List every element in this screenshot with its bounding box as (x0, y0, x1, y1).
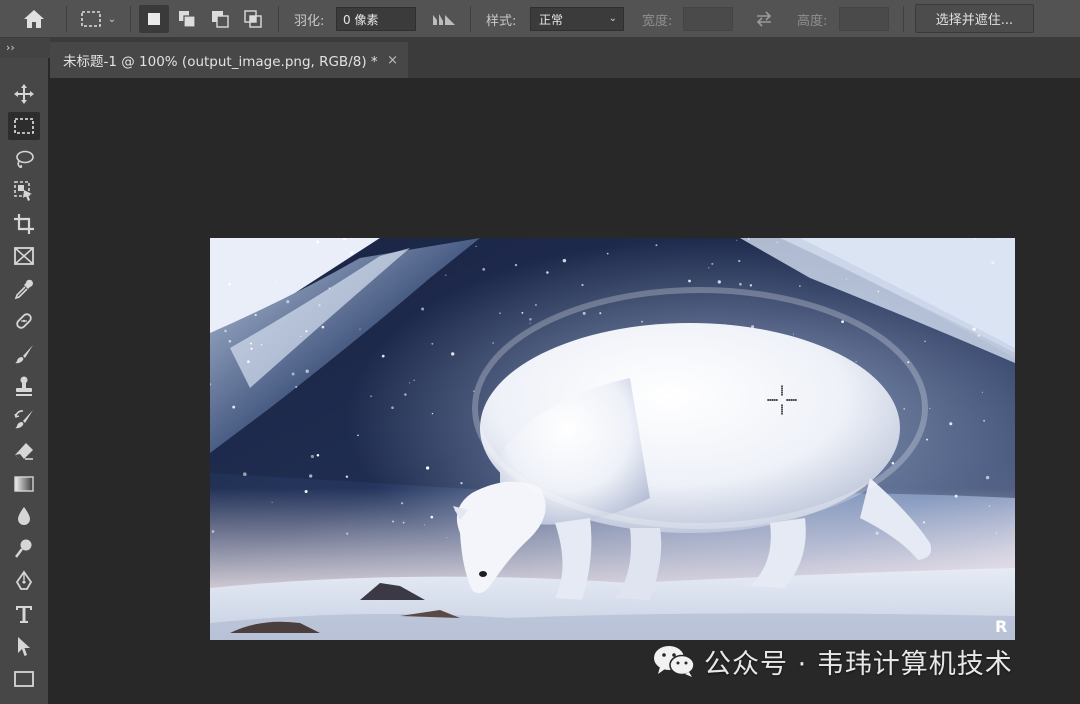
brush-tool[interactable] (8, 340, 40, 368)
tools-panel (0, 58, 48, 704)
rectangular-marquee-tool[interactable] (8, 112, 40, 140)
subtract-from-selection-button[interactable] (205, 5, 235, 33)
object-selection-icon (14, 181, 32, 201)
width-input[interactable] (683, 7, 733, 31)
gradient-tool[interactable] (8, 470, 40, 498)
eyedropper-tool[interactable] (8, 275, 40, 303)
move-tool[interactable] (8, 80, 40, 108)
new-selection-icon (148, 13, 160, 25)
home-button[interactable] (14, 5, 54, 33)
width-label: 宽度: (642, 14, 673, 29)
blur-tool[interactable] (8, 502, 40, 530)
marquee-preset-icon (80, 11, 101, 27)
lasso-tool[interactable] (8, 145, 40, 173)
drop-icon (18, 507, 30, 525)
arrow-icon (18, 637, 30, 656)
collapse-arrows-icon[interactable]: ›› (6, 41, 15, 54)
path-selection-tool[interactable] (8, 632, 40, 660)
new-selection-button[interactable] (139, 5, 169, 33)
history-brush-icon (14, 410, 33, 429)
type-icon (16, 606, 32, 623)
frame-tool[interactable] (8, 242, 40, 270)
pen-icon (15, 570, 33, 590)
height-input[interactable] (839, 7, 889, 31)
dodge-tool[interactable] (8, 535, 40, 563)
stamp-icon (16, 376, 32, 396)
clone-stamp-tool[interactable] (8, 372, 40, 400)
crop-icon (14, 214, 34, 234)
add-selection-icon (179, 11, 196, 28)
dodge-icon (15, 539, 32, 558)
home-icon (24, 10, 44, 28)
rectangle-tool[interactable] (8, 665, 40, 693)
document-image[interactable]: R (210, 238, 1015, 640)
polar-bear-night-scene-image: R (210, 238, 1015, 640)
watermark: 公众号 · 韦玮计算机技术 (652, 643, 1013, 680)
move-icon (14, 84, 34, 104)
feather-input[interactable]: 0 像素 (336, 7, 416, 31)
svg-text:R: R (995, 617, 1007, 636)
document-tab[interactable]: 未标题-1 @ 100% (output_image.png, RGB/8) *… (50, 42, 408, 78)
select-and-mask-button[interactable]: 选择并遮住... (915, 4, 1034, 33)
height-label: 高度: (797, 14, 828, 29)
crosshair-cursor-icon (767, 385, 797, 415)
swap-icon (756, 11, 772, 27)
chevron-down-icon: ⌄ (107, 13, 117, 25)
intersect-selection-button[interactable] (238, 5, 268, 33)
watermark-text: 公众号 · 韦玮计算机技术 (704, 648, 1013, 680)
close-icon[interactable]: × (387, 53, 398, 68)
tool-preset-picker[interactable]: ⌄ (72, 5, 124, 33)
options-bar: ⌄ 羽化: 0 像素 样式: 正常 ⌄ 宽度: 高度: 选择并遮住... (0, 0, 1080, 38)
history-brush-tool[interactable] (8, 405, 40, 433)
chevron-down-icon: ⌄ (608, 13, 617, 24)
marquee-icon (14, 118, 34, 134)
eyedropper-icon (14, 279, 33, 300)
document-tab-bar: 未标题-1 @ 100% (output_image.png, RGB/8) *… (50, 38, 1080, 78)
pen-tool[interactable] (8, 567, 40, 595)
healing-brush-tool[interactable] (8, 307, 40, 335)
document-tab-title: 未标题-1 @ 100% (output_image.png, RGB/8) * (63, 54, 378, 70)
rectangle-icon (14, 671, 34, 687)
feather-label: 羽化: (294, 14, 325, 29)
gradient-icon (14, 476, 34, 492)
eraser-icon (15, 443, 33, 460)
style-label: 样式: (486, 14, 517, 29)
wechat-icon (654, 646, 695, 677)
style-select-value: 正常 (539, 13, 564, 27)
anti-alias-toggle[interactable] (428, 5, 460, 33)
swap-dimensions-button[interactable] (748, 5, 780, 33)
lasso-icon (16, 150, 34, 169)
type-tool[interactable] (8, 600, 40, 628)
panel-collapse-strip[interactable]: ›› (0, 38, 50, 58)
frame-icon (14, 247, 34, 265)
eraser-tool[interactable] (8, 437, 40, 465)
subtract-selection-icon (212, 11, 229, 28)
anti-alias-icon (433, 14, 455, 25)
crop-tool[interactable] (8, 210, 40, 238)
add-to-selection-button[interactable] (172, 5, 202, 33)
style-select[interactable]: 正常 ⌄ (530, 7, 624, 31)
intersect-selection-icon (244, 10, 262, 28)
object-selection-tool[interactable] (8, 177, 40, 205)
brush-icon (15, 345, 33, 364)
canvas-area[interactable]: R (50, 78, 1080, 704)
bandage-icon (16, 313, 32, 329)
